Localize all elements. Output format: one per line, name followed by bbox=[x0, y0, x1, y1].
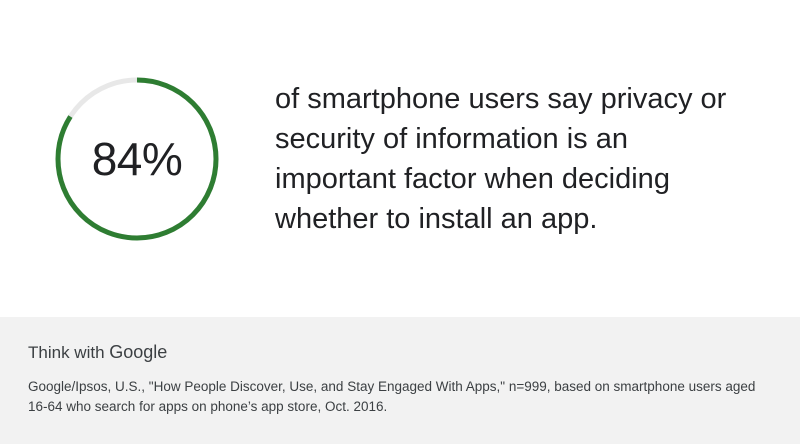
stat-description: of smartphone users say privacy or secur… bbox=[275, 83, 727, 235]
percentage-gauge: 84% bbox=[54, 76, 220, 242]
brand-prefix: Think with bbox=[28, 343, 110, 362]
stat-panel: 84% of smartphone users say privacy or s… bbox=[0, 0, 800, 317]
brand-name: Google bbox=[109, 342, 168, 362]
stat-card: 84% of smartphone users say privacy or s… bbox=[0, 0, 800, 444]
gauge-value-label: 84% bbox=[91, 133, 183, 185]
source-note: Google/Ipsos, U.S., "How People Discover… bbox=[28, 379, 756, 414]
brand-logo: Think with Google bbox=[28, 342, 167, 363]
